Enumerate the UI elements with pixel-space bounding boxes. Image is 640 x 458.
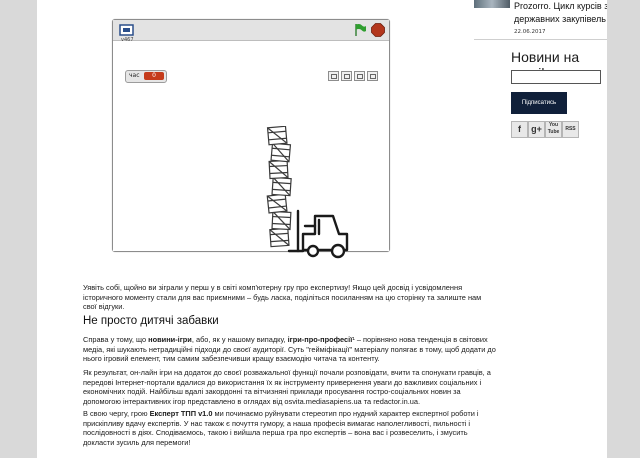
timer-value: 0 xyxy=(144,72,164,80)
google-plus-icon[interactable]: g+ xyxy=(528,121,545,138)
article-paragraph: Як результат, он-лайн ігри на додаток до… xyxy=(83,368,491,406)
game-button[interactable] xyxy=(341,71,352,81)
article-paragraph: В свою чергу, грою Експерт ТПП v1.0 ми п… xyxy=(83,409,496,447)
text: В свою чергу, грою xyxy=(83,409,150,418)
game-stage[interactable]: час 0 xyxy=(113,41,389,259)
rss-icon[interactable]: RSS xyxy=(562,121,579,138)
timer-display: час 0 xyxy=(125,70,167,83)
game-name: Експерт ТПП v1.0 xyxy=(149,409,213,418)
green-flag-icon[interactable] xyxy=(353,23,367,37)
facebook-icon[interactable]: f xyxy=(511,121,528,138)
sidebar-article-title[interactable]: Prozorro. Цикл курсів з державних закупі… xyxy=(514,0,607,26)
article-paragraph: Справа у тому, що новини-ігри, або, як у… xyxy=(83,335,496,364)
forklift-with-crates xyxy=(266,126,349,259)
crate-stack xyxy=(266,126,292,248)
game-player: v467 час 0 xyxy=(112,19,390,259)
article-paragraph: Уявіть собі, щойно ви зіграли у перш у в… xyxy=(83,283,482,312)
email-field[interactable] xyxy=(511,70,601,84)
game-button[interactable] xyxy=(328,71,339,81)
stop-icon[interactable] xyxy=(371,23,385,37)
page: v467 час 0 Prozorro. Цикл курсів з держа… xyxy=(37,0,607,458)
youtube-icon[interactable]: You Tube xyxy=(545,121,562,138)
term-profession-games: ігри-про-професії xyxy=(287,335,353,344)
text: Справа у тому, що xyxy=(83,335,149,344)
game-button[interactable] xyxy=(367,71,378,81)
subscribe-button[interactable]: Підписатись xyxy=(511,92,567,114)
article-thumbnail[interactable] xyxy=(474,0,510,8)
sidebar-article-date: 22.06.2017 xyxy=(514,29,546,35)
game-button[interactable] xyxy=(354,71,365,81)
timer-label: час xyxy=(129,72,140,79)
text: , або, як у нашому випадку, xyxy=(191,335,288,344)
player-toolbar: v467 xyxy=(113,20,389,43)
link-news-games[interactable]: новини-ігри xyxy=(148,335,192,344)
section-heading: Не просто дитячі забавки xyxy=(83,315,219,327)
divider xyxy=(474,39,607,40)
forklift xyxy=(287,209,349,259)
